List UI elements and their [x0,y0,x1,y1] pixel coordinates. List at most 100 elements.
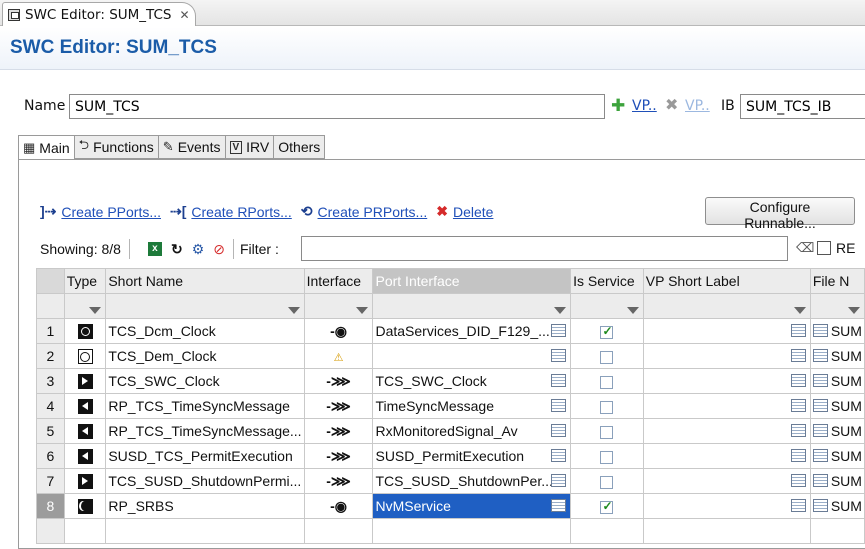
column-filter-is-service[interactable] [570,293,644,319]
is-service-checkbox[interactable] [600,350,614,364]
vp-short-label-cell[interactable] [642,443,811,469]
short-name-cell[interactable]: RP_SRBS [105,493,305,519]
excel-export-icon[interactable]: x [147,242,162,256]
port-interface-cell[interactable] [372,343,572,369]
browse-list-icon[interactable] [551,399,567,412]
port-type-cell[interactable] [63,418,107,444]
browse-list-icon[interactable] [790,499,806,512]
table-row[interactable]: 2 TCS_Dem_Clock ⚠ SUM [36,343,865,369]
is-service-cell[interactable] [570,443,644,469]
vp-short-label-cell[interactable] [642,343,811,369]
browse-list-icon[interactable] [551,424,567,437]
is-service-checkbox[interactable] [600,450,614,464]
browse-list-icon[interactable] [790,324,806,337]
interface-cell[interactable]: ⚠ [303,343,374,369]
remove-vp-icon[interactable]: ✖ [665,95,678,114]
browse-list-icon[interactable] [551,324,567,337]
is-service-cell[interactable] [570,418,644,444]
clear-filters-icon[interactable]: ⊘ [213,241,225,258]
browse-list-icon[interactable] [812,424,828,437]
is-service-checkbox[interactable] [600,400,614,414]
file-name-cell[interactable]: SUM [809,493,865,519]
short-name-cell[interactable]: TCS_Dem_Clock [105,343,305,369]
port-interface-cell[interactable]: TimeSyncMessage [372,393,572,419]
editor-tab[interactable]: SWC Editor: SUM_TCS ✕ [2,2,196,26]
browse-list-icon[interactable] [790,449,806,462]
file-name-cell[interactable]: SUM [809,368,865,394]
column-header-is-service[interactable]: Is Service [570,268,644,294]
file-name-cell[interactable]: SUM [809,343,865,369]
create-prports-button[interactable]: ⟲ Create PRPorts... [301,203,427,220]
short-name-cell[interactable]: RP_TCS_TimeSyncMessage [105,393,305,419]
port-interface-cell[interactable]: NvMService [372,493,572,519]
tab-events[interactable]: ✎ Events [158,135,226,159]
browse-list-icon[interactable] [790,474,806,487]
column-header-port-interface[interactable]: Port Interface [372,268,572,294]
short-name-cell[interactable]: RP_TCS_TimeSyncMessage... [105,418,305,444]
column-filter-file-name[interactable] [809,293,865,319]
tab-main[interactable]: ▦ Main [18,135,75,160]
port-type-cell[interactable] [63,343,107,369]
port-type-cell[interactable] [63,493,107,519]
configure-runnable-button[interactable]: Configure Runnable... [705,197,855,231]
short-name-cell[interactable]: TCS_SUSD_ShutdownPermi... [105,468,305,494]
browse-list-icon[interactable] [790,399,806,412]
port-interface-cell[interactable]: SUSD_PermitExecution [372,443,572,469]
browse-list-icon[interactable] [790,349,806,362]
file-name-cell[interactable]: SUM [809,393,865,419]
interface-cell[interactable]: -⋙ [303,418,374,444]
filter-settings-icon[interactable]: ⚙ [192,241,205,258]
browse-list-icon[interactable] [551,449,567,462]
browse-list-icon[interactable] [551,474,567,487]
browse-list-icon[interactable] [812,324,828,337]
table-row-selected[interactable]: 8 RP_SRBS -◉ NvMService SUM [36,493,865,519]
browse-list-icon[interactable] [812,349,828,362]
column-filter-type[interactable] [63,293,107,319]
is-service-checkbox[interactable] [600,475,614,489]
port-type-cell[interactable] [63,393,107,419]
is-service-checkbox[interactable] [600,324,614,339]
vp-short-label-cell[interactable] [642,418,811,444]
clear-filter-text-icon[interactable]: ⌫ [796,241,814,256]
browse-list-icon[interactable] [812,474,828,487]
create-rports-button[interactable]: ⇢[ Create RPorts... [170,203,292,220]
vp-short-label-cell[interactable] [642,493,811,519]
browse-list-icon[interactable] [790,424,806,437]
table-row[interactable]: 1 TCS_Dcm_Clock -◉ DataServices_DID_F129… [36,318,865,344]
browse-list-icon[interactable] [812,499,828,512]
column-header-type[interactable]: Type [63,268,107,294]
browse-list-icon[interactable] [551,374,567,387]
add-vp-link[interactable]: VP.. [632,98,657,114]
column-filter-short-name[interactable] [105,293,305,319]
table-row[interactable]: 4 RP_TCS_TimeSyncMessage -⋙ TimeSyncMess… [36,393,865,419]
port-interface-cell[interactable]: TCS_SUSD_ShutdownPer... [372,468,572,494]
interface-cell[interactable]: -◉ [303,318,374,344]
browse-list-icon[interactable] [790,374,806,387]
browse-list-icon[interactable] [812,374,828,387]
is-service-cell[interactable] [570,318,644,344]
vp-short-label-cell[interactable] [642,368,811,394]
port-type-cell[interactable] [63,318,107,344]
tab-functions[interactable]: ⮌ Functions [74,135,159,159]
port-type-cell[interactable] [63,368,107,394]
port-interface-cell[interactable]: TCS_SWC_Clock [372,368,572,394]
file-name-cell[interactable]: SUM [809,418,865,444]
close-icon[interactable]: ✕ [180,8,190,22]
browse-list-icon[interactable] [812,449,828,462]
is-service-checkbox[interactable] [600,499,614,514]
table-row[interactable]: 6 SUSD_TCS_PermitExecution -⋙ SUSD_Permi… [36,443,865,469]
add-vp-icon[interactable]: ✚ [611,96,625,116]
short-name-cell[interactable]: SUSD_TCS_PermitExecution [105,443,305,469]
tab-irv[interactable]: V IRV [225,135,275,159]
interface-cell[interactable]: -⋙ [303,368,374,394]
port-interface-cell[interactable]: DataServices_DID_F129_... [372,318,572,344]
short-name-cell[interactable]: TCS_Dcm_Clock [105,318,305,344]
is-service-cell[interactable] [570,393,644,419]
delete-button[interactable]: ✖ Delete [436,203,493,220]
short-name-cell[interactable]: TCS_SWC_Clock [105,368,305,394]
file-name-cell[interactable]: SUM [809,443,865,469]
interface-cell[interactable]: -⋙ [303,393,374,419]
column-header-short-name[interactable]: Short Name [105,268,305,294]
is-service-cell[interactable] [570,493,644,519]
interface-cell[interactable]: -⋙ [303,468,374,494]
